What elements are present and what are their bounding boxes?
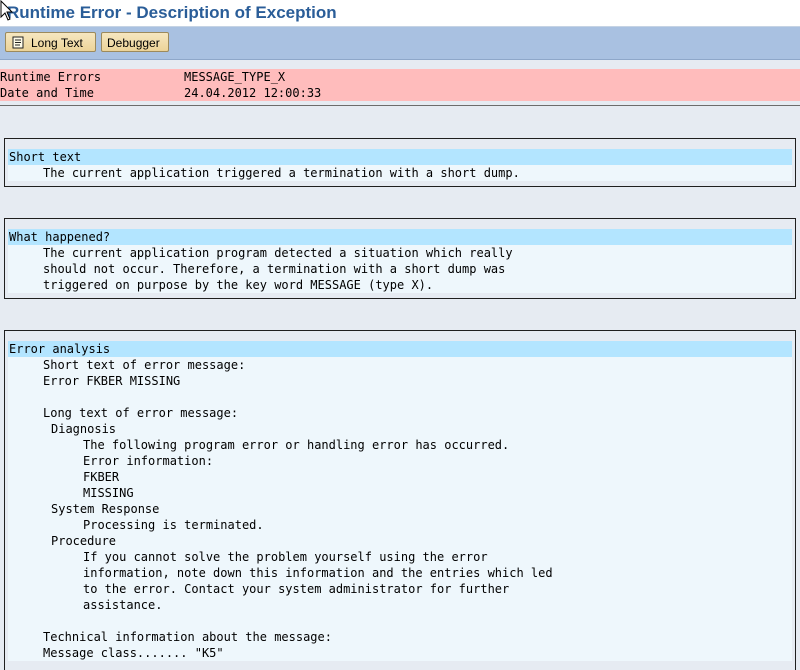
runtime-errors-row: Runtime Errors MESSAGE_TYPE_X bbox=[0, 69, 800, 85]
runtime-errors-label: Runtime Errors bbox=[0, 70, 102, 84]
error-analysis-heading: Error analysis bbox=[8, 341, 792, 357]
error-analysis-section: Error analysis Short text of error messa… bbox=[4, 330, 796, 670]
what-happened-heading: What happened? bbox=[8, 229, 792, 245]
what-happened-line: The current application program detected… bbox=[8, 245, 792, 261]
short-text-line: The current application triggered a term… bbox=[8, 165, 792, 181]
error-analysis-line: FKBER bbox=[8, 469, 792, 485]
long-text-label: Long Text bbox=[31, 36, 83, 50]
error-analysis-line bbox=[8, 389, 792, 405]
debugger-button[interactable]: Debugger bbox=[101, 32, 169, 52]
error-analysis-line: assistance. bbox=[8, 597, 792, 613]
long-text-button[interactable]: Long Text bbox=[5, 32, 96, 52]
what-happened-line: triggered on purpose by the key word MES… bbox=[8, 277, 792, 293]
scroll-icon bbox=[12, 36, 24, 49]
error-analysis-line: Processing is terminated. bbox=[8, 517, 792, 533]
page-title: Runtime Error - Description of Exception bbox=[7, 3, 337, 22]
error-analysis-line: System Response bbox=[8, 501, 792, 517]
error-analysis-line: information, note down this information … bbox=[8, 565, 792, 581]
date-time-row: Date and Time 24.04.2012 12:00:33 bbox=[0, 85, 800, 101]
short-text-section: Short text The current application trigg… bbox=[4, 138, 796, 187]
error-analysis-line: Technical information about the message: bbox=[8, 629, 792, 645]
runtime-errors-value: MESSAGE_TYPE_X bbox=[184, 70, 286, 84]
header-divider bbox=[0, 105, 800, 106]
window-title-bar: Runtime Error - Description of Exception bbox=[0, 0, 800, 27]
error-analysis-line: If you cannot solve the problem yourself… bbox=[8, 549, 792, 565]
mouse-cursor-icon bbox=[0, 0, 14, 21]
error-analysis-line: Diagnosis bbox=[8, 421, 792, 437]
short-text-heading: Short text bbox=[8, 149, 792, 165]
error-analysis-line: The following program error or handling … bbox=[8, 437, 792, 453]
date-time-label: Date and Time bbox=[0, 86, 94, 100]
error-analysis-line: Error information: bbox=[8, 453, 792, 469]
error-analysis-line: to the error. Contact your system admini… bbox=[8, 581, 792, 597]
error-analysis-line: Message class....... "K5" bbox=[8, 645, 792, 661]
error-analysis-line: Short text of error message: bbox=[8, 357, 792, 373]
error-analysis-line: Procedure bbox=[8, 533, 792, 549]
debugger-label: Debugger bbox=[107, 36, 160, 50]
error-analysis-line bbox=[8, 613, 792, 629]
error-analysis-line: Error FKBER MISSING bbox=[8, 373, 792, 389]
application-toolbar: Long Text Debugger bbox=[0, 27, 800, 60]
what-happened-line: should not occur. Therefore, a terminati… bbox=[8, 261, 792, 277]
error-analysis-line: Long text of error message: bbox=[8, 405, 792, 421]
error-analysis-line: MISSING bbox=[8, 485, 792, 501]
what-happened-section: What happened? The current application p… bbox=[4, 218, 796, 299]
date-time-value: 24.04.2012 12:00:33 bbox=[184, 86, 322, 100]
